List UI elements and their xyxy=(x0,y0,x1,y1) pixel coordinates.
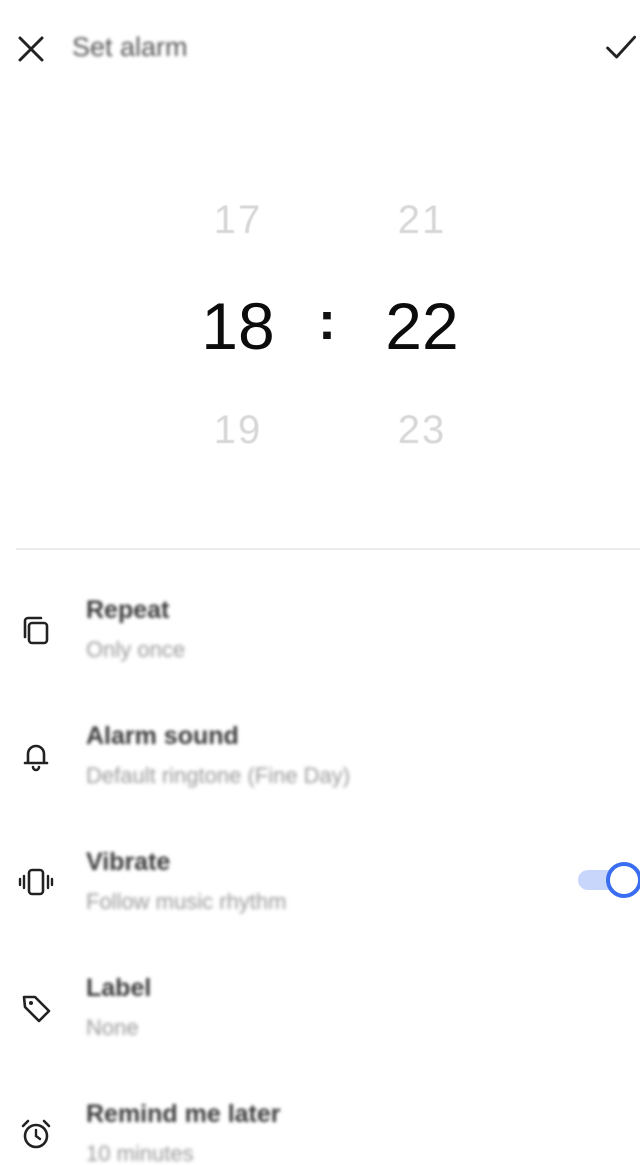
time-picker: 17 18 19 : 21 22 23 xyxy=(0,180,640,480)
setting-remind-later[interactable]: Remind me later 10 minutes xyxy=(0,1084,640,1165)
check-icon xyxy=(606,35,637,59)
tag-icon xyxy=(16,988,56,1028)
setting-value: Only once xyxy=(86,637,186,662)
page-title: Set alarm xyxy=(72,32,188,62)
toggle-thumb xyxy=(606,862,640,898)
hour-selected[interactable]: 18 xyxy=(158,288,318,364)
time-separator: : xyxy=(318,291,336,351)
vibrate-icon xyxy=(16,862,56,902)
setting-value: Default ringtone (Fine Day) xyxy=(86,763,351,788)
vibrate-toggle[interactable] xyxy=(578,862,640,898)
setting-repeat[interactable]: Repeat Only once xyxy=(0,580,640,690)
setting-label: Repeat xyxy=(86,596,170,624)
minute-previous[interactable]: 21 xyxy=(342,198,502,243)
close-button[interactable] xyxy=(14,32,48,66)
minute-selected[interactable]: 22 xyxy=(342,288,502,364)
bell-icon xyxy=(16,736,56,776)
setting-value: 10 minutes xyxy=(86,1141,194,1165)
setting-alarm-sound[interactable]: Alarm sound Default ringtone (Fine Day) xyxy=(0,706,640,816)
setting-label: Remind me later xyxy=(86,1100,281,1128)
setting-label: Label xyxy=(86,974,152,1002)
minute-next[interactable]: 23 xyxy=(342,408,502,453)
repeat-icon xyxy=(16,610,56,650)
setting-value: None xyxy=(86,1015,139,1040)
hour-next[interactable]: 19 xyxy=(158,408,318,453)
setting-vibrate[interactable]: Vibrate Follow music rhythm xyxy=(0,832,640,942)
divider xyxy=(16,548,640,550)
hour-previous[interactable]: 17 xyxy=(158,198,318,243)
alarm-clock-icon xyxy=(16,1114,56,1154)
close-icon xyxy=(18,36,44,62)
top-bar: Set alarm xyxy=(0,0,640,96)
setting-label: Alarm sound xyxy=(86,722,239,750)
confirm-button[interactable] xyxy=(604,28,640,68)
setting-label-row[interactable]: Label None xyxy=(0,958,640,1068)
setting-value: Follow music rhythm xyxy=(86,889,287,914)
setting-label: Vibrate xyxy=(86,848,171,876)
